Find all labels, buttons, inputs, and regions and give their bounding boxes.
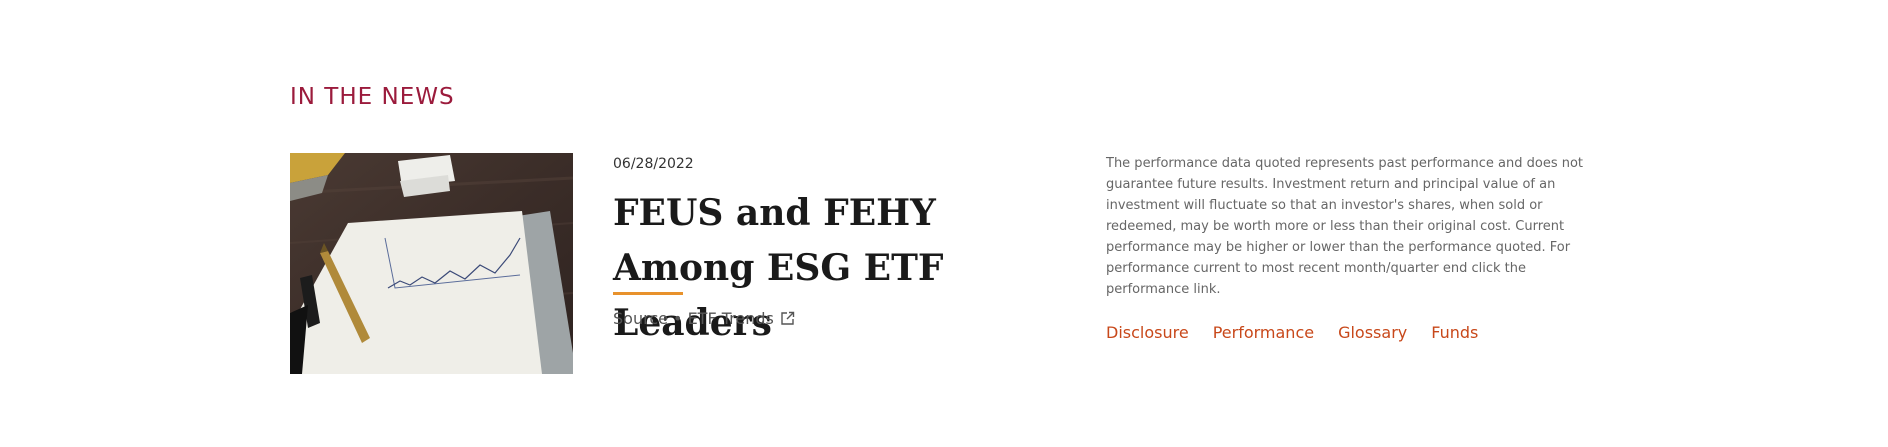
glossary-link[interactable]: Glossary — [1338, 322, 1407, 344]
performance-link[interactable]: Performance — [1213, 322, 1314, 344]
external-link-icon — [781, 311, 795, 325]
footer-links: Disclosure Performance Glossary Funds — [1106, 322, 1478, 344]
article-date: 06/28/2022 — [613, 156, 694, 172]
performance-disclaimer: The performance data quoted represents p… — [1106, 156, 1584, 297]
article-source-label: Source • ETF Trends — [613, 309, 774, 328]
funds-link[interactable]: Funds — [1431, 322, 1478, 344]
in-the-news-section: IN THE NEWS 06/28/2022 FEUS and FEHY Amo… — [0, 0, 1888, 447]
headline-underline — [613, 292, 683, 295]
news-image[interactable] — [290, 153, 573, 374]
article-source-link[interactable]: Source • ETF Trends — [613, 308, 795, 330]
disclosure-link[interactable]: Disclosure — [1106, 322, 1189, 344]
section-title: IN THE NEWS — [290, 84, 455, 110]
